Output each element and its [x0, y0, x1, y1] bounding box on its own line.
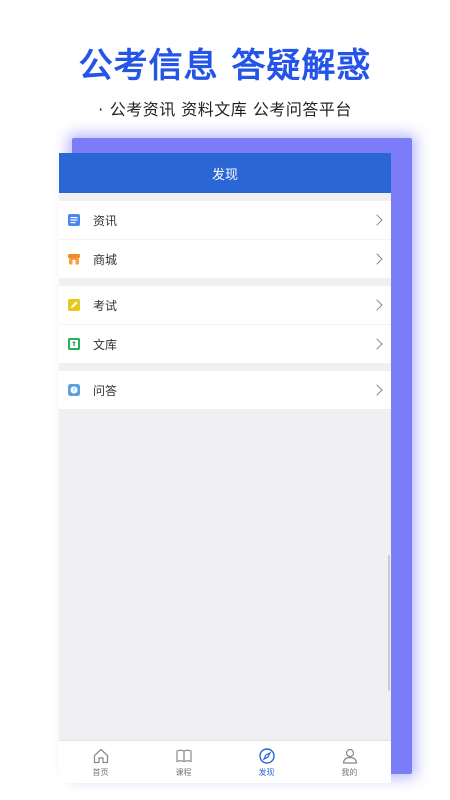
bottom-tab-bar: 首页 课程 发现 我的 [59, 740, 391, 783]
tab-home[interactable]: 首页 [59, 741, 142, 783]
compass-icon [258, 747, 275, 764]
book-icon [175, 749, 192, 762]
menu-list: 资讯 商城 考试 文库 ? 问答 [59, 201, 391, 409]
promo-title: 公考信息 答疑解惑 [78, 46, 372, 86]
library-icon [67, 337, 81, 351]
svg-text:?: ? [73, 388, 76, 394]
menu-item-shop[interactable]: 商城 [59, 239, 391, 278]
shop-icon [67, 252, 81, 266]
phone-screen: 发现 资讯 商城 考试 文库 ? 问答 首页 课程 发现 我的 [59, 153, 391, 783]
promo-subtitle: · 公考资讯 资料文库 公考问答平台 [0, 96, 450, 120]
exam-icon [67, 298, 81, 312]
tab-profile[interactable]: 我的 [308, 741, 391, 783]
bullet: · [98, 100, 104, 119]
menu-item-library[interactable]: 文库 [59, 324, 391, 363]
chevron-right-icon [371, 384, 383, 396]
menu-item-label: 考试 [93, 298, 118, 313]
home-icon [93, 748, 108, 763]
chevron-right-icon [371, 299, 383, 311]
tab-label: 课程 [175, 767, 192, 777]
tab-label: 发现 [258, 767, 275, 777]
chevron-right-icon [371, 253, 383, 265]
menu-item-label: 问答 [93, 383, 118, 398]
menu-item-label: 商城 [93, 252, 118, 267]
menu-item-label: 文库 [93, 337, 118, 352]
user-icon [342, 748, 357, 764]
tab-label: 我的 [341, 767, 358, 777]
scrollbar[interactable] [388, 555, 390, 691]
menu-group: 考试 文库 [59, 286, 391, 363]
tab-label: 首页 [92, 767, 109, 777]
menu-item-label: 资讯 [93, 213, 118, 228]
qa-icon: ? [67, 383, 81, 397]
chevron-right-icon [371, 214, 383, 226]
menu-item-news[interactable]: 资讯 [59, 201, 391, 239]
news-icon [67, 213, 81, 227]
tab-discover[interactable]: 发现 [225, 741, 308, 783]
app-header: 发现 [59, 153, 391, 193]
tab-courses[interactable]: 课程 [142, 741, 225, 783]
menu-item-qa[interactable]: ? 问答 [59, 371, 391, 409]
menu-group: ? 问答 [59, 371, 391, 409]
promo-subtitle-text: 公考资讯 资料文库 公考问答平台 [109, 100, 352, 119]
page-title: 发现 [211, 167, 238, 183]
menu-item-exam[interactable]: 考试 [59, 286, 391, 324]
chevron-right-icon [371, 338, 383, 350]
menu-group: 资讯 商城 [59, 201, 391, 278]
